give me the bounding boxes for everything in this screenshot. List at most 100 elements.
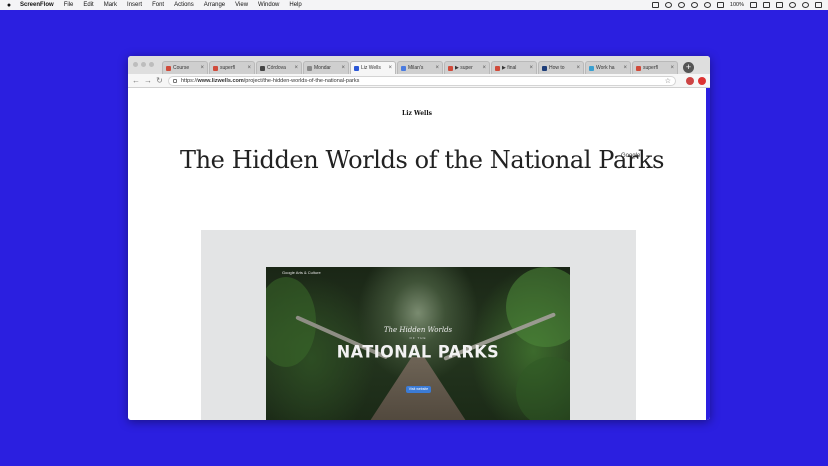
menu-mark[interactable]: Mark [104,2,117,8]
reload-button[interactable]: ↻ [156,76,163,85]
extension-stop-icon[interactable] [698,76,706,85]
browser-tab[interactable]: Córdova × [256,61,302,74]
web-page: Liz Wells The Hidden Worlds of the Natio… [128,88,710,420]
url-text: https://www.lizwells.com/project/the-hid… [181,77,360,84]
menu-insert[interactable]: Insert [127,2,142,8]
clock-icon[interactable] [703,2,711,8]
tab-label: Course [173,65,190,71]
menu-window[interactable]: Window [258,2,279,8]
tab-label: superfl [220,65,236,71]
lock-icon [173,78,177,83]
browser-tab[interactable]: superfl × [632,61,678,74]
tab-label: ▶ final [502,65,517,71]
hero-of-label: OF THE [409,336,427,340]
tab-favicon-icon [542,65,547,71]
tab-label: Milan's [408,65,424,71]
page-title: The Hidden Worlds of the National Parks [180,146,665,174]
notification-icon[interactable] [815,2,822,8]
browser-tab[interactable]: ▶ final × [491,61,537,74]
status-area: 100% [651,2,822,8]
browser-tab[interactable]: Liz Wells × [350,61,396,74]
back-button[interactable]: ← [132,76,140,85]
browser-tab[interactable]: Work ha × [585,61,631,74]
hero-caption: Google Arts & Culture [282,270,321,275]
menu-actions[interactable]: Actions [174,2,194,8]
menu-bar: ● ScreenFlow File Edit Mark Insert Font … [0,0,828,10]
tab-close-icon[interactable]: × [294,65,298,71]
menu-font[interactable]: Font [152,2,164,8]
site-name[interactable]: Liz Wells [128,110,706,117]
menu-arrange[interactable]: Arrange [204,2,225,8]
battery-icon[interactable] [750,2,757,8]
tab-label: Mondar [314,65,331,71]
bookmark-star-icon[interactable]: ☆ [665,77,671,85]
browser-tab[interactable]: ▶ super × [444,61,490,74]
forward-button[interactable]: → [144,76,152,85]
timer-icon[interactable] [677,2,685,8]
wifi-icon[interactable] [716,2,724,8]
tab-close-icon[interactable]: × [482,65,486,71]
tab-favicon-icon [307,65,312,71]
menu-list-icon[interactable] [776,2,783,8]
address-bar[interactable]: https://www.lizwells.com/project/the-hid… [168,75,676,86]
tab-label: ▶ super [455,65,473,71]
hero-script-title: The Hidden Worlds [383,326,453,334]
info-icon[interactable] [690,2,698,8]
close-window-button[interactable] [133,62,138,67]
zoom-window-button[interactable] [149,62,154,67]
menu-help[interactable]: Help [289,2,301,8]
new-tab-button[interactable]: + [683,62,694,73]
menu-file[interactable]: File [64,2,74,8]
menu-app-name[interactable]: ScreenFlow [20,2,54,8]
tab-close-icon[interactable]: × [576,65,580,71]
tab-label: Liz Wells [361,65,381,71]
minimize-window-button[interactable] [141,62,146,67]
hero-main-title: NATIONAL PARKS [336,341,500,362]
display-icon[interactable] [763,2,770,8]
tabs: Course × superfl × Córdova × Mondar × Liz Wells ×… [162,61,679,74]
tab-favicon-icon [401,65,406,71]
tab-favicon-icon [260,65,265,71]
browser-tab[interactable]: Course × [162,61,208,74]
tab-label: superfl [643,65,659,71]
page-edge [706,88,710,420]
tab-label: Córdova [267,65,286,71]
browser-tab[interactable]: superfl × [209,61,255,74]
tab-close-icon[interactable]: × [388,65,392,71]
tab-close-icon[interactable]: × [200,65,204,71]
tab-close-icon[interactable]: × [247,65,251,71]
browser-tab[interactable]: How to × [538,61,584,74]
browser-tab[interactable]: Milan's × [397,61,443,74]
hero-image: Google Arts & Culture The Hidden Worlds … [266,267,570,420]
user-icon[interactable] [802,2,809,8]
project-image-panel: Google Arts & Culture The Hidden Worlds … [201,230,636,420]
tab-label: How to [549,65,565,71]
screen-record-icon[interactable] [651,2,659,8]
tab-close-icon[interactable]: × [341,65,345,71]
visit-website-button[interactable]: Visit website [406,386,431,393]
menu-view[interactable]: View [235,2,248,8]
browser-tab[interactable]: Mondar × [303,61,349,74]
tab-favicon-icon [354,65,359,71]
tab-favicon-icon [448,65,453,71]
window-controls [133,62,154,67]
tab-label: Work ha [596,65,615,71]
sync-icon[interactable] [664,2,672,8]
fern-right [506,267,570,347]
apple-icon[interactable]: ● [6,2,12,9]
tab-favicon-icon [495,65,500,71]
fern-bottom-right [516,357,570,420]
tab-close-icon[interactable]: × [670,65,674,71]
tab-close-icon[interactable]: × [435,65,439,71]
extension-icon[interactable] [686,76,694,85]
browser-window: Course × superfl × Córdova × Mondar × Liz Wells ×… [128,56,710,420]
search-icon[interactable] [789,2,796,8]
tab-close-icon[interactable]: × [623,65,627,71]
tab-close-icon[interactable]: × [529,65,533,71]
google-label: Google [621,153,641,159]
browser-toolbar: ← → ↻ https://www.lizwells.com/project/t… [128,74,710,88]
tab-strip: Course × superfl × Córdova × Mondar × Liz Wells ×… [128,56,710,74]
menu-edit[interactable]: Edit [83,2,93,8]
tab-favicon-icon [636,65,641,71]
battery-percent: 100% [729,2,744,8]
